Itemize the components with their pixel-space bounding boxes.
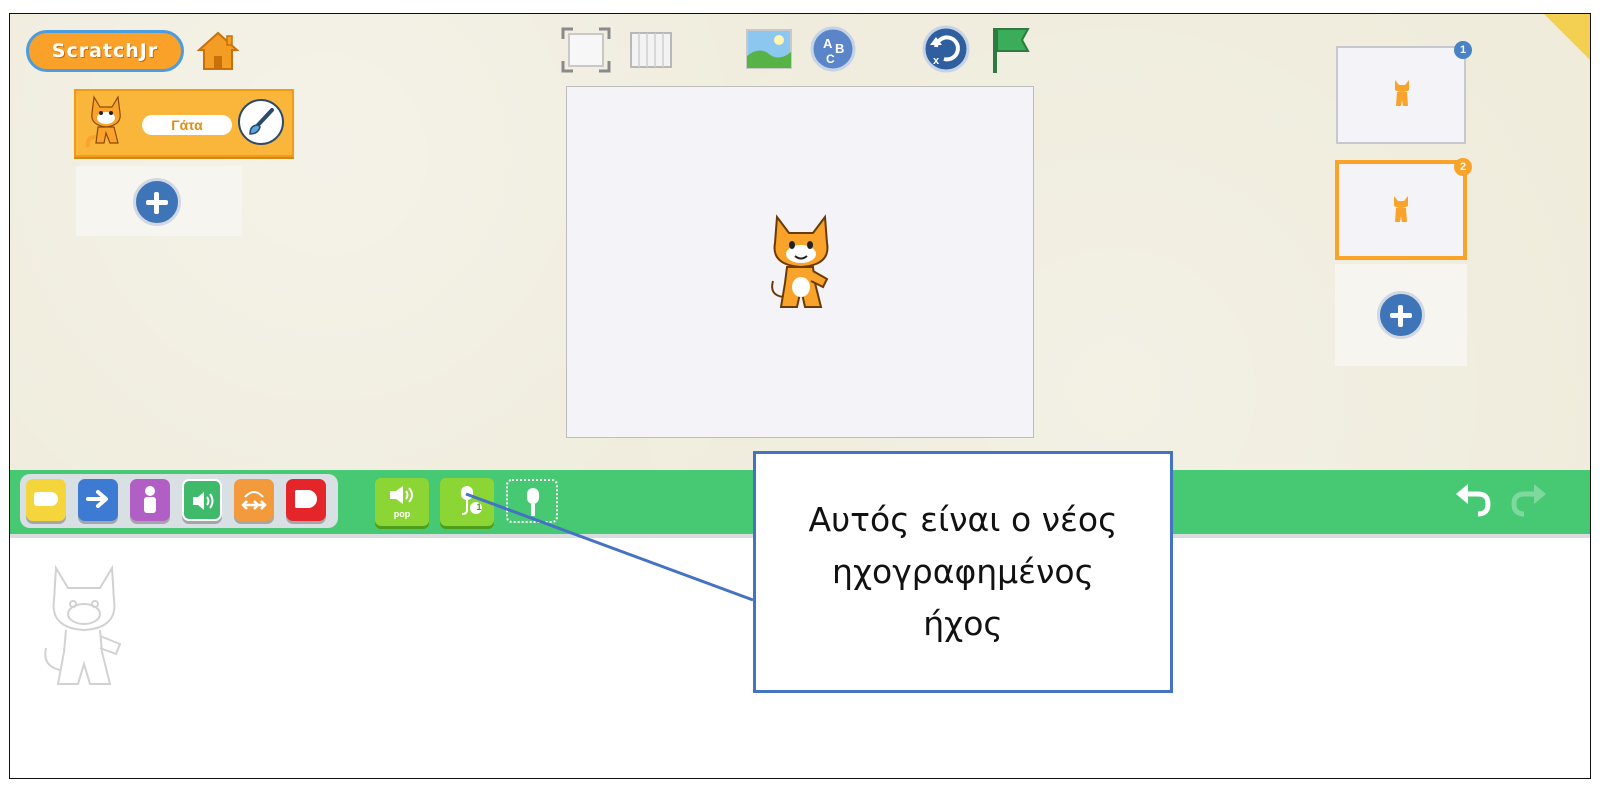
- category-end-button[interactable]: [286, 479, 326, 521]
- paintbrush-icon: [249, 108, 274, 135]
- add-text-icon[interactable]: A B C: [810, 26, 856, 72]
- recorded-sound-number: 1: [476, 502, 482, 512]
- add-character-icon[interactable]: [133, 178, 181, 226]
- add-page-slot[interactable]: [1335, 264, 1467, 366]
- svg-text:C: C: [826, 52, 835, 66]
- page-thumbnail-2-selected[interactable]: [1335, 160, 1467, 260]
- category-triggering-button[interactable]: [26, 479, 66, 521]
- speaker-icon: [193, 492, 214, 510]
- grid-icon[interactable]: [628, 30, 674, 70]
- cat-watermark-icon: [44, 564, 122, 685]
- scratchjr-logo: ScratchJr: [26, 30, 184, 72]
- person-icon: [144, 486, 156, 513]
- category-motion-button[interactable]: [78, 479, 118, 521]
- sound-block-pop[interactable]: pop: [375, 478, 429, 526]
- cat-thumbnail-icon: [1395, 80, 1409, 106]
- category-control-button[interactable]: [234, 479, 274, 521]
- category-looks-button[interactable]: [130, 479, 170, 521]
- full-screen-icon[interactable]: [561, 27, 611, 73]
- speaker-icon: [390, 486, 413, 504]
- page-number-badge: 2: [1454, 158, 1472, 176]
- project-info-tab[interactable]: [1544, 14, 1590, 60]
- stage-canvas[interactable]: [566, 86, 1034, 438]
- sound-block-recorded-1[interactable]: 1: [440, 478, 494, 526]
- cat-sprite-on-stage[interactable]: [765, 209, 837, 315]
- add-page-icon[interactable]: [1377, 291, 1425, 339]
- sprite-name-label: Γάτα: [142, 115, 232, 135]
- cat-sprite-thumbnail: [85, 95, 121, 148]
- arrow-right-icon: [86, 490, 108, 508]
- svg-text:A: A: [823, 36, 833, 51]
- category-sound-button[interactable]: [182, 479, 222, 521]
- undo-icon[interactable]: [1454, 482, 1492, 518]
- sprite-card-selected[interactable]: Γάτα: [74, 89, 294, 157]
- record-sound-button[interactable]: [506, 479, 558, 523]
- end-icon: [295, 490, 317, 508]
- change-background-icon[interactable]: [745, 28, 793, 70]
- sound-block-label: pop: [393, 509, 411, 519]
- cat-thumbnail-icon: [1394, 196, 1408, 222]
- page-number-badge: 1: [1454, 41, 1472, 59]
- top-panel: ScratchJr A B C x Γάτα 1 2: [10, 14, 1590, 482]
- screenshot-frame: ScratchJr A B C x Γάτα 1 2 pop 1 Αυτός ε…: [9, 13, 1591, 779]
- annotation-callout: Αυτός είναι ο νέος ηχογραφημένος ήχος: [753, 451, 1173, 693]
- svg-text:B: B: [835, 41, 844, 56]
- add-character-slot[interactable]: [76, 166, 242, 236]
- paint-editor-button[interactable]: [238, 99, 284, 145]
- svg-text:x: x: [933, 55, 940, 67]
- block-category-palette: [20, 474, 338, 528]
- microphone-icon: [527, 488, 539, 516]
- green-flag-icon[interactable]: [990, 25, 1032, 75]
- triggering-icon: [34, 492, 58, 506]
- page-thumbnail-1[interactable]: [1336, 46, 1466, 144]
- home-icon[interactable]: [197, 30, 239, 72]
- callout-text: Αυτός είναι ο νέος ηχογραφημένος ήχος: [808, 500, 1118, 643]
- recorded-sound-icon: [461, 486, 482, 515]
- reset-characters-icon[interactable]: x: [922, 25, 970, 73]
- redo-icon[interactable]: [1510, 482, 1548, 518]
- control-arrows-icon: [241, 491, 267, 510]
